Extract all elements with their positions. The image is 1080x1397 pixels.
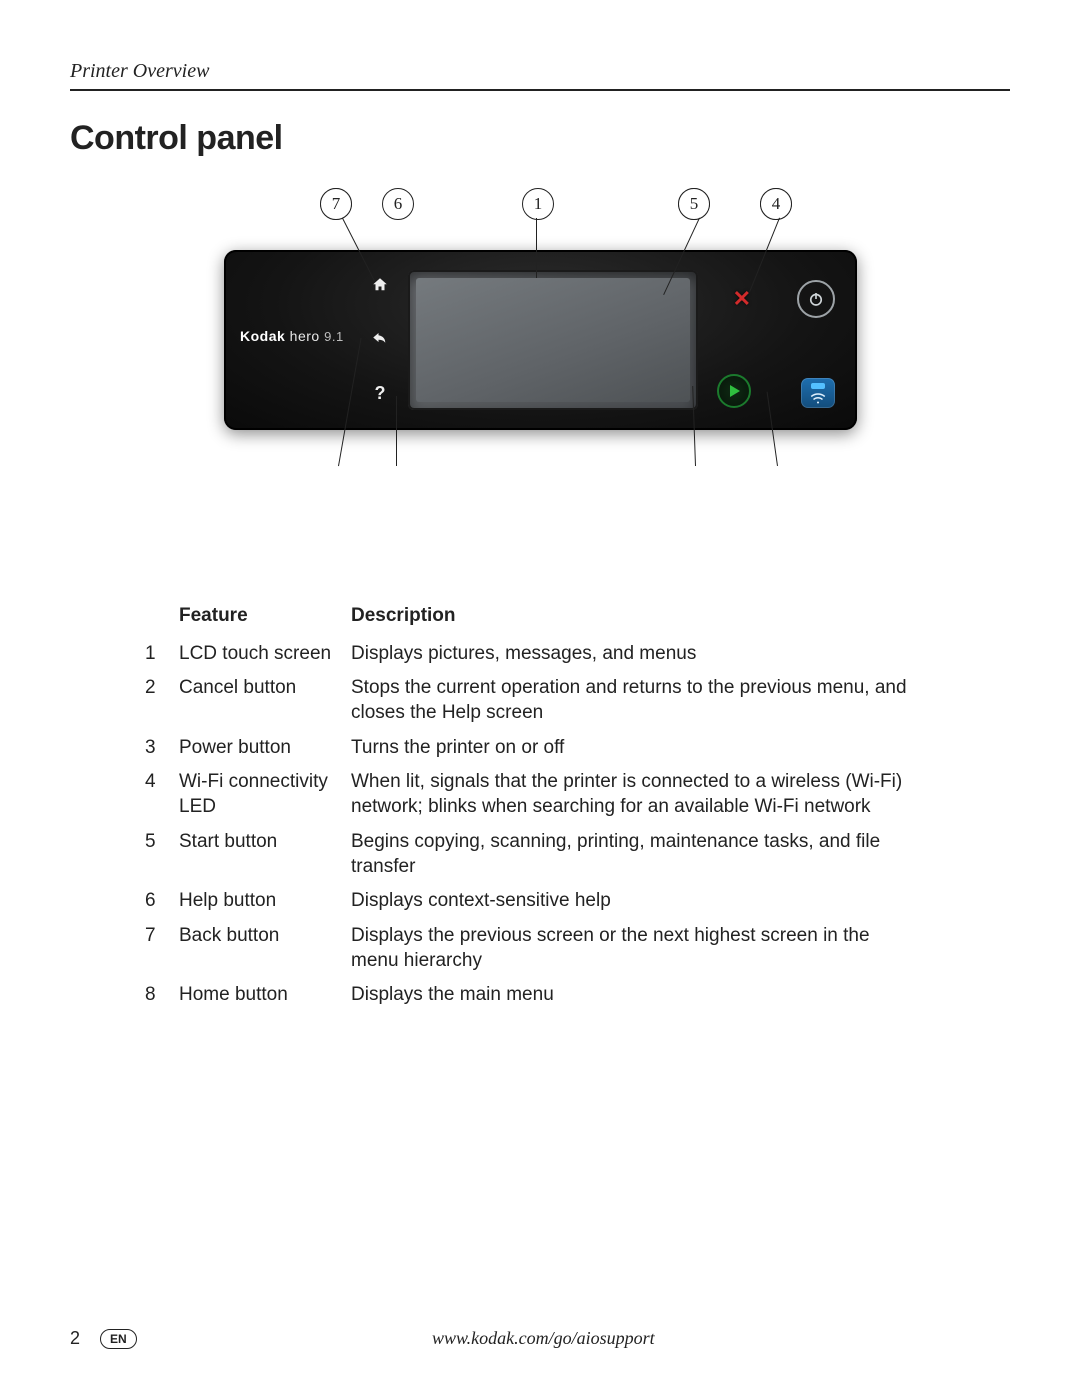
leader [396,396,397,466]
row-desc: Displays context-sensitive help [351,884,935,919]
start-icon [717,374,751,408]
row-feature: Start button [179,825,351,884]
row-desc: When lit, signals that the printer is co… [351,765,935,824]
language-badge: EN [100,1329,137,1349]
row-feature: Power button [179,731,351,766]
table-row: 6Help buttonDisplays context-sensitive h… [145,884,935,919]
power-icon [797,280,835,318]
row-desc: Begins copying, scanning, printing, main… [351,825,935,884]
row-number: 1 [145,637,179,672]
feature-table: Feature Description 1LCD touch screenDis… [145,598,935,1013]
row-number: 8 [145,978,179,1013]
row-feature: Home button [179,978,351,1013]
page-number: 2 [70,1328,100,1349]
row-feature: Wi-Fi connectivity LED [179,765,351,824]
row-desc: Turns the printer on or off [351,731,935,766]
row-number: 7 [145,919,179,978]
row-number: 4 [145,765,179,824]
row-feature: LCD touch screen [179,637,351,672]
col-feature: Feature [179,598,351,637]
table-row: 1LCD touch screenDisplays pictures, mess… [145,637,935,672]
table-row: 3Power buttonTurns the printer on or off [145,731,935,766]
row-number: 3 [145,731,179,766]
row-number: 2 [145,671,179,730]
table-row: 7Back buttonDisplays the previous screen… [145,919,935,978]
table-row: 8Home buttonDisplays the main menu [145,978,935,1013]
row-feature: Back button [179,919,351,978]
back-icon [369,328,391,350]
callout-1: 1 [522,188,554,220]
control-panel-diagram: Kodak hero 9.1 ? ✕ [180,188,900,508]
callout-6: 6 [382,188,414,220]
cancel-icon: ✕ [733,286,751,312]
callout-4: 4 [760,188,792,220]
wifi-icon [801,378,835,408]
section-header: Printer Overview [70,60,1010,83]
support-url: www.kodak.com/go/aiosupport [137,1328,950,1349]
brand-label: Kodak hero 9.1 [240,328,344,344]
help-icon: ? [369,382,391,404]
row-desc: Stops the current operation and returns … [351,671,935,730]
printer-panel: Kodak hero 9.1 ? ✕ [224,250,857,430]
page-title: Control panel [70,119,1010,158]
row-number: 5 [145,825,179,884]
row-number: 6 [145,884,179,919]
col-blank [145,598,179,637]
table-row: 2Cancel buttonStops the current operatio… [145,671,935,730]
row-feature: Cancel button [179,671,351,730]
row-desc: Displays the main menu [351,978,935,1013]
row-feature: Help button [179,884,351,919]
table-row: 5Start buttonBegins copying, scanning, p… [145,825,935,884]
page-footer: 2 EN www.kodak.com/go/aiosupport [70,1328,1010,1349]
table-row: 4Wi-Fi connectivity LEDWhen lit, signals… [145,765,935,824]
row-desc: Displays the previous screen or the next… [351,919,935,978]
leader [536,218,537,278]
callout-5: 5 [678,188,710,220]
lcd-screen [408,270,698,410]
row-desc: Displays pictures, messages, and menus [351,637,935,672]
callout-7: 7 [320,188,352,220]
divider [70,89,1010,91]
col-description: Description [351,598,935,637]
